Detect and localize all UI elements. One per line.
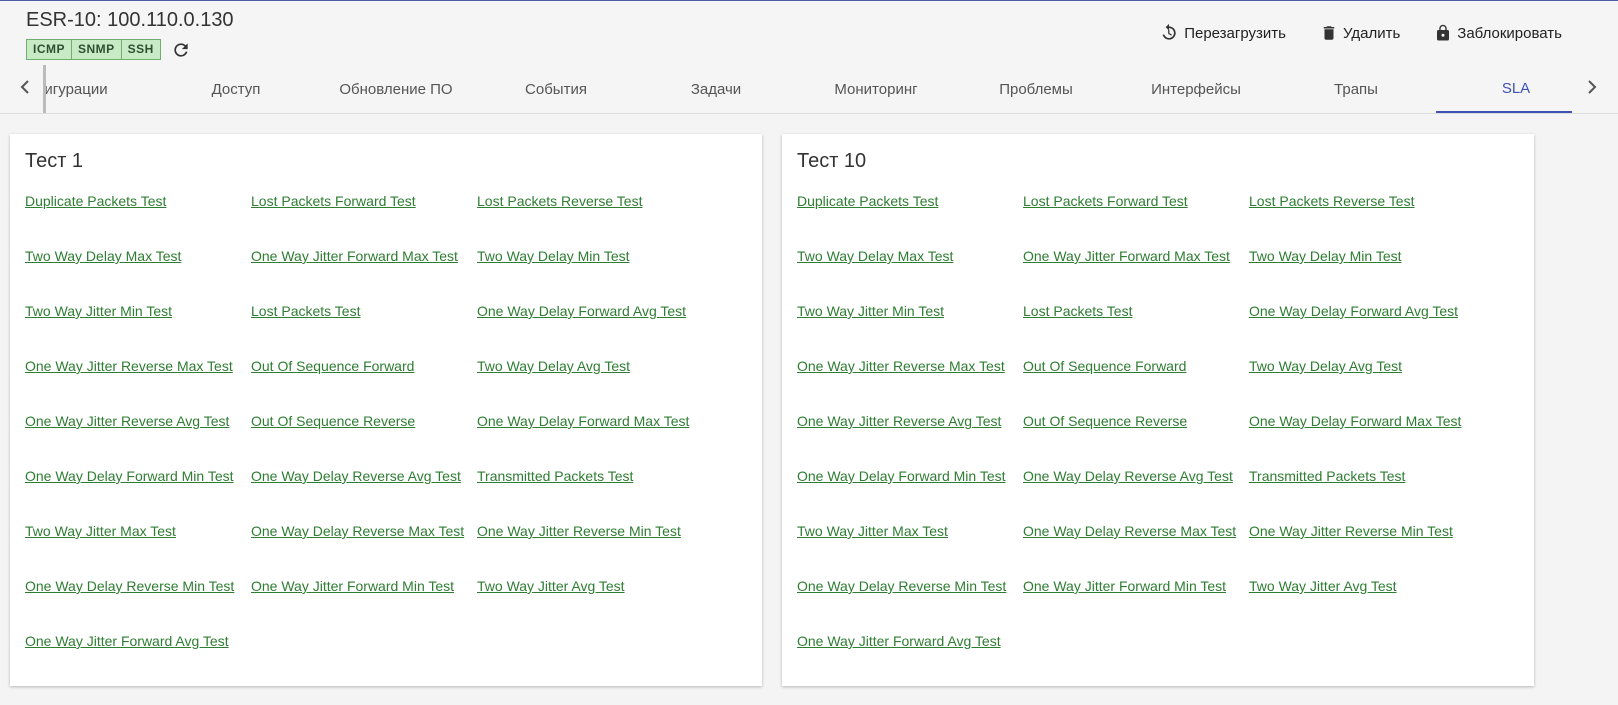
test-link[interactable]: Out Of Sequence Forward (251, 357, 477, 412)
test-link[interactable]: Two Way Delay Avg Test (1249, 357, 1475, 412)
badge-icmp: ICMP (27, 40, 72, 59)
test-link[interactable]: Duplicate Packets Test (797, 192, 1023, 247)
test-link[interactable]: Lost Packets Reverse Test (1249, 192, 1475, 247)
device-title: ESR-10: 100.110.0.130 (26, 9, 234, 31)
tab-interfaces[interactable]: Интерфейсы (1116, 65, 1276, 113)
lock-button[interactable]: Заблокировать (1434, 22, 1562, 44)
test-link[interactable]: One Way Delay Forward Avg Test (477, 302, 703, 357)
tab-bar: игурации Доступ Обновление ПО События За… (0, 65, 1618, 114)
test-link-grid: Duplicate Packets Test Lost Packets Forwa… (25, 192, 747, 687)
delete-button[interactable]: Удалить (1320, 22, 1400, 44)
test-link[interactable]: One Way Jitter Reverse Max Test (797, 357, 1023, 412)
test-link[interactable]: Two Way Delay Max Test (797, 247, 1023, 302)
test-link[interactable]: Two Way Jitter Max Test (25, 522, 251, 577)
reboot-button[interactable]: Перезагрузить (1159, 22, 1286, 44)
trash-icon (1320, 23, 1338, 43)
header-actions: Перезагрузить Удалить Заблокировать (1159, 22, 1562, 44)
sla-cards: Тест 1 Duplicate Packets Test Lost Packet… (10, 134, 1534, 686)
test-link[interactable]: Two Way Jitter Avg Test (477, 577, 703, 632)
test-link[interactable]: Two Way Jitter Max Test (797, 522, 1023, 577)
test-link[interactable]: Two Way Jitter Min Test (25, 302, 251, 357)
lock-label: Заблокировать (1457, 24, 1562, 42)
test-link[interactable]: One Way Delay Reverse Min Test (797, 577, 1023, 632)
test-link[interactable]: Lost Packets Test (251, 302, 477, 357)
test-link[interactable]: One Way Delay Forward Max Test (1249, 412, 1475, 467)
test-link[interactable]: One Way Delay Reverse Min Test (25, 577, 251, 632)
sla-test-card: Тест 1 Duplicate Packets Test Lost Packet… (10, 134, 762, 686)
tab-monitoring[interactable]: Мониторинг (796, 65, 956, 113)
test-link[interactable]: Out Of Sequence Reverse (251, 412, 477, 467)
test-link[interactable]: One Way Delay Forward Max Test (477, 412, 703, 467)
test-link[interactable]: Duplicate Packets Test (25, 192, 251, 247)
tab-problems[interactable]: Проблемы (956, 65, 1116, 113)
test-link-grid: Duplicate Packets Test Lost Packets Forwa… (797, 192, 1519, 687)
test-link[interactable]: One Way Jitter Forward Avg Test (797, 632, 1023, 687)
test-link[interactable]: Transmitted Packets Test (477, 467, 703, 522)
test-link[interactable]: One Way Jitter Reverse Avg Test (797, 412, 1023, 467)
test-link[interactable]: Two Way Delay Min Test (477, 247, 703, 302)
tab-traps[interactable]: Трапы (1276, 65, 1436, 113)
test-link[interactable]: One Way Delay Forward Min Test (797, 467, 1023, 522)
test-link[interactable]: One Way Jitter Forward Max Test (251, 247, 477, 302)
protocol-badges: ICMP SNMP SSH (26, 39, 191, 60)
tab-firmware-update[interactable]: Обновление ПО (316, 65, 476, 113)
test-link[interactable]: Two Way Jitter Avg Test (1249, 577, 1475, 632)
card-title: Тест 1 (25, 150, 84, 172)
test-link[interactable]: One Way Jitter Forward Min Test (1023, 577, 1249, 632)
badge-group: ICMP SNMP SSH (26, 39, 161, 60)
test-link[interactable]: One Way Jitter Forward Max Test (1023, 247, 1249, 302)
lock-icon (1434, 22, 1452, 44)
tab-scroll-right[interactable] (1572, 65, 1612, 113)
tab-sla[interactable]: SLA (1436, 65, 1572, 113)
tab-events[interactable]: События (476, 65, 636, 113)
badge-ssh: SSH (121, 40, 160, 59)
restart-icon (1159, 23, 1179, 43)
test-link[interactable]: One Way Jitter Forward Avg Test (25, 632, 251, 687)
tab-tasks[interactable]: Задачи (636, 65, 796, 113)
test-link[interactable]: Lost Packets Forward Test (251, 192, 477, 247)
chevron-left-icon (19, 79, 31, 100)
delete-label: Удалить (1343, 24, 1401, 42)
tab-access[interactable]: Доступ (156, 65, 316, 113)
badge-snmp: SNMP (72, 40, 122, 59)
test-link[interactable]: One Way Jitter Reverse Max Test (25, 357, 251, 412)
test-link[interactable]: One Way Jitter Reverse Min Test (477, 522, 703, 577)
tab-scroll-left[interactable] (6, 65, 46, 113)
test-link[interactable]: One Way Jitter Reverse Avg Test (25, 412, 251, 467)
test-link[interactable]: Two Way Jitter Min Test (797, 302, 1023, 357)
reboot-label: Перезагрузить (1184, 24, 1286, 42)
test-link[interactable]: One Way Delay Reverse Avg Test (251, 467, 477, 522)
sla-test-card: Тест 10 Duplicate Packets Test Lost Packe… (782, 134, 1534, 686)
test-link[interactable]: One Way Delay Reverse Max Test (1023, 522, 1249, 577)
test-link[interactable]: Lost Packets Reverse Test (477, 192, 703, 247)
tab-configurations[interactable]: игурации (46, 65, 156, 113)
test-link[interactable]: One Way Delay Reverse Avg Test (1023, 467, 1249, 522)
tab-strip: игурации Доступ Обновление ПО События За… (46, 65, 1572, 113)
refresh-icon[interactable] (171, 40, 191, 60)
test-link[interactable]: Lost Packets Test (1023, 302, 1249, 357)
card-title: Тест 10 (797, 150, 867, 172)
chevron-right-icon (1586, 79, 1598, 100)
test-link[interactable]: Lost Packets Forward Test (1023, 192, 1249, 247)
test-link[interactable]: Two Way Delay Min Test (1249, 247, 1475, 302)
device-header: ESR-10: 100.110.0.130 ICMP SNMP SSH Пере… (0, 1, 1618, 65)
test-link[interactable]: One Way Delay Forward Min Test (25, 467, 251, 522)
test-link[interactable]: Out Of Sequence Reverse (1023, 412, 1249, 467)
test-link[interactable]: Two Way Delay Avg Test (477, 357, 703, 412)
test-link[interactable]: One Way Delay Reverse Max Test (251, 522, 477, 577)
test-link[interactable]: One Way Delay Forward Avg Test (1249, 302, 1475, 357)
test-link[interactable]: One Way Jitter Forward Min Test (251, 577, 477, 632)
test-link[interactable]: Two Way Delay Max Test (25, 247, 251, 302)
test-link[interactable]: Out Of Sequence Forward (1023, 357, 1249, 412)
test-link[interactable]: Transmitted Packets Test (1249, 467, 1475, 522)
test-link[interactable]: One Way Jitter Reverse Min Test (1249, 522, 1475, 577)
